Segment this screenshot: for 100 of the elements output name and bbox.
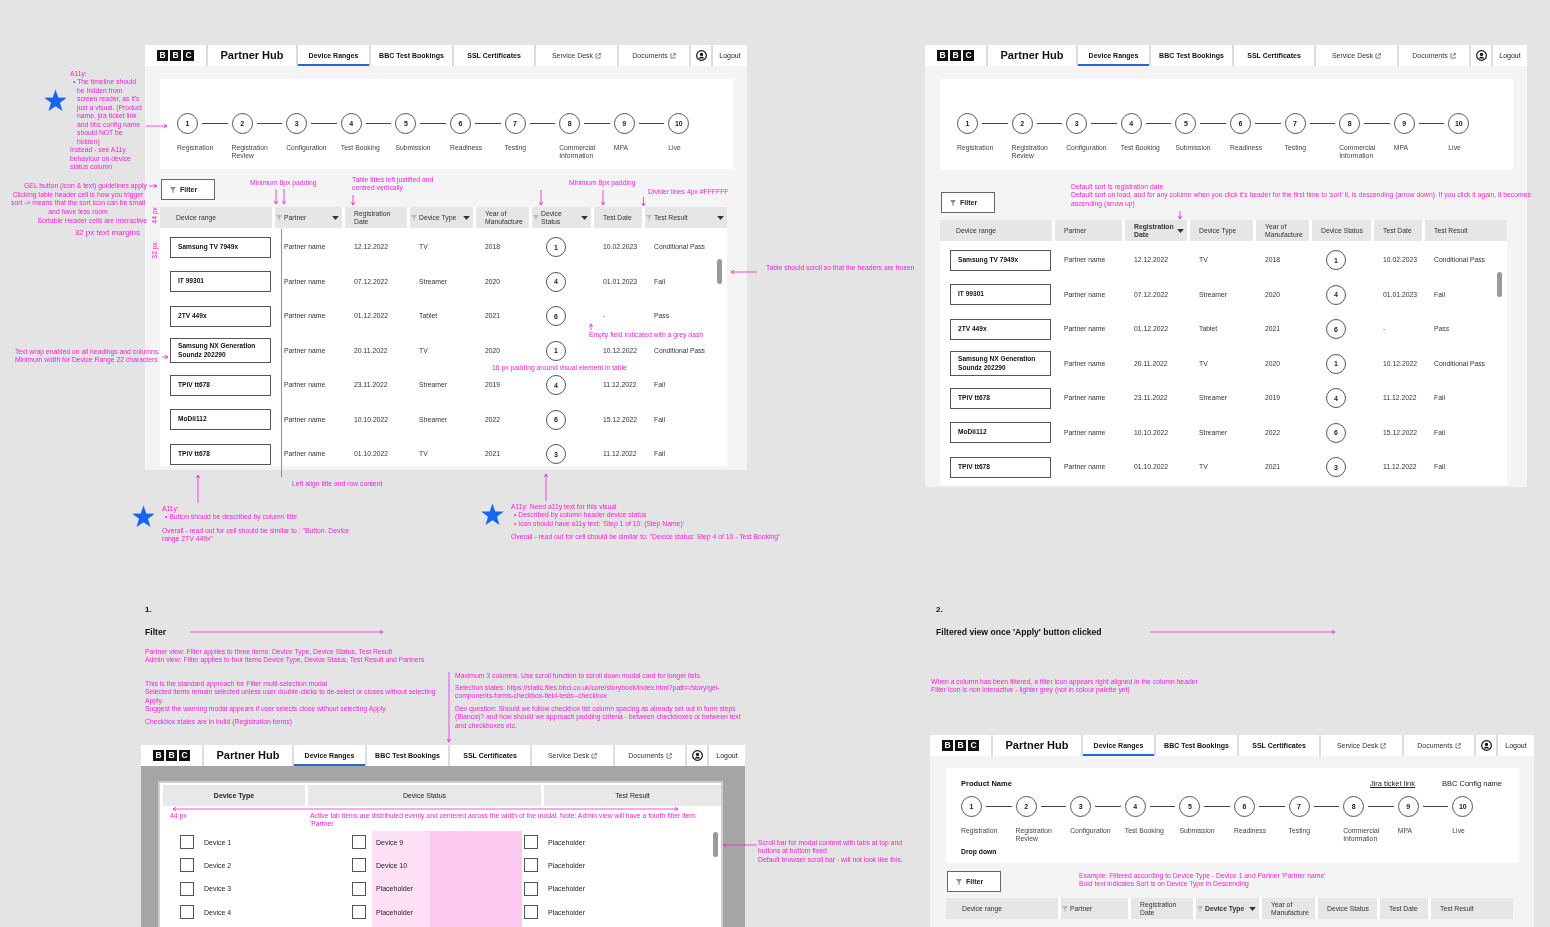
logo-block: C	[968, 740, 979, 751]
filter-icon	[950, 199, 956, 206]
step-connector	[529, 123, 556, 124]
filter-icon	[533, 214, 539, 221]
logo-block: B	[153, 750, 164, 761]
filter-icon	[170, 186, 176, 193]
step-connector	[1368, 805, 1394, 807]
annotation-arrow	[543, 473, 549, 502]
step-connector	[1200, 123, 1226, 124]
filter-icon	[956, 878, 962, 885]
checkbox[interactable]	[352, 905, 366, 920]
step-connector	[1418, 123, 1445, 124]
step-connector	[1204, 805, 1230, 807]
step-connector	[986, 805, 1012, 807]
step-connector	[1036, 123, 1063, 124]
step-connector	[311, 123, 337, 124]
section-title: Filter	[145, 628, 166, 637]
account-button[interactable]	[1476, 735, 1496, 756]
filter-icon	[411, 214, 417, 221]
star-icon	[481, 503, 504, 526]
external-link-icon	[669, 52, 676, 59]
step-connector	[584, 123, 610, 124]
logo-block: C	[179, 750, 190, 761]
step-connector	[1313, 805, 1340, 807]
logo-block: B	[942, 740, 953, 751]
step-connector	[1040, 805, 1067, 807]
step-connector	[638, 123, 665, 124]
checkbox[interactable]	[524, 881, 538, 896]
annotation-arrow	[281, 188, 287, 205]
filter-icon	[1062, 905, 1068, 912]
app-title: Partner Hub	[208, 45, 296, 66]
annotation-arrow	[1177, 210, 1183, 220]
annotation-arrow	[273, 188, 279, 205]
step-connector	[1254, 123, 1281, 124]
caret-icon	[581, 215, 588, 220]
checkbox[interactable]	[352, 858, 366, 873]
scrollbar-thumb[interactable]	[717, 259, 722, 284]
annotation-arrow	[145, 123, 168, 129]
annotation-arrow	[600, 189, 606, 206]
logo-block: B	[955, 740, 966, 751]
external-link-icon	[1449, 52, 1456, 59]
logo-block: B	[166, 750, 177, 761]
checkbox[interactable]	[180, 858, 194, 873]
checkbox[interactable]	[180, 905, 194, 920]
step-connector	[982, 123, 1008, 124]
checkbox[interactable]	[524, 858, 538, 873]
checkbox[interactable]	[352, 881, 366, 896]
account-button[interactable]	[687, 745, 707, 766]
section-number: 2.	[936, 606, 943, 614]
app-title: Partner Hub	[988, 45, 1076, 66]
annotation-arrow	[722, 842, 758, 848]
step-connector	[202, 123, 228, 124]
user-icon	[695, 50, 707, 61]
user-icon	[1480, 740, 1492, 751]
caret-icon	[717, 215, 724, 220]
external-link-icon	[1380, 742, 1387, 749]
step-connector	[256, 123, 283, 124]
app-title: Partner Hub	[204, 745, 292, 766]
caret-icon	[1249, 906, 1256, 911]
step-connector	[1145, 123, 1172, 124]
external-link-icon	[591, 752, 598, 759]
caret-icon	[1177, 228, 1184, 233]
annotation-arrow	[446, 671, 452, 743]
star-icon	[44, 89, 67, 112]
checkbox[interactable]	[180, 835, 194, 849]
step-connector	[1364, 123, 1390, 124]
annotation-arrow	[730, 269, 758, 275]
user-icon	[691, 750, 703, 761]
checkbox[interactable]	[524, 905, 538, 920]
checkbox[interactable]	[180, 881, 194, 896]
step-connector	[365, 123, 392, 124]
logo-block: C	[183, 50, 194, 61]
step-connector	[1309, 123, 1336, 124]
step-connector	[1422, 805, 1449, 807]
annotation-arrow	[161, 354, 169, 360]
filter-icon	[646, 214, 652, 221]
step-connector	[1095, 805, 1121, 807]
account-button[interactable]	[691, 45, 711, 66]
logo-block: B	[170, 50, 181, 61]
annotation-arrow	[538, 189, 544, 206]
star-icon	[132, 505, 155, 528]
logo-block: B	[950, 50, 961, 61]
section-title: Filtered view once 'Apply' button clicked	[936, 628, 1102, 637]
checkbox[interactable]	[352, 835, 366, 849]
checkbox[interactable]	[524, 835, 538, 849]
step-connector	[474, 123, 501, 124]
step-connector	[420, 123, 446, 124]
logo-block: C	[963, 50, 974, 61]
scrollbar-thumb[interactable]	[1497, 272, 1502, 297]
user-icon	[1475, 50, 1487, 61]
filter-icon	[276, 214, 282, 221]
annotation-arrow	[195, 474, 201, 504]
external-link-icon	[1454, 742, 1461, 749]
logo-block: B	[157, 50, 168, 61]
filter-icon	[1197, 905, 1203, 912]
scrollbar-thumb[interactable]	[713, 832, 718, 857]
annotation-text: 32 px text margins	[74, 228, 140, 238]
caret-icon	[463, 215, 470, 220]
account-button[interactable]	[1471, 45, 1491, 66]
annotation-arrow	[588, 323, 594, 331]
